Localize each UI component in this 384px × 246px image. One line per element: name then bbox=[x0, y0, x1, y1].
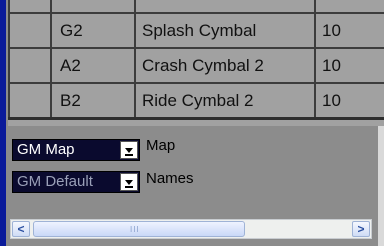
note-cell[interactable]: B2 bbox=[52, 84, 136, 117]
row-header-cell[interactable] bbox=[8, 14, 52, 47]
window-left-border bbox=[0, 0, 6, 246]
drum-map-editor: G2 Splash Cymbal 10 A2 Crash Cymbal 2 10… bbox=[0, 0, 384, 246]
table-row-partial bbox=[8, 0, 384, 14]
row-header-cell bbox=[8, 0, 52, 12]
names-select[interactable]: GM Default bbox=[12, 171, 140, 193]
map-select[interactable]: GM Map bbox=[12, 139, 140, 161]
name-cell[interactable]: Splash Cymbal bbox=[136, 14, 316, 47]
table-row[interactable]: G2 Splash Cymbal 10 bbox=[8, 14, 384, 49]
scroll-right-icon[interactable]: > bbox=[352, 221, 370, 237]
name-cell bbox=[136, 0, 316, 12]
horizontal-scrollbar[interactable]: < III > bbox=[10, 219, 372, 239]
grip-icon: III bbox=[130, 225, 140, 234]
row-header-cell[interactable] bbox=[8, 84, 52, 117]
map-select-value: GM Map bbox=[17, 141, 75, 158]
scroll-left-icon[interactable]: < bbox=[12, 221, 30, 237]
value-cell[interactable]: 10 bbox=[316, 14, 384, 47]
value-cell[interactable]: 10 bbox=[316, 49, 384, 82]
dropdown-arrow-icon[interactable] bbox=[120, 141, 138, 159]
dropdown-arrow-icon[interactable] bbox=[120, 173, 138, 191]
names-select-value: GM Default bbox=[17, 173, 93, 190]
table-row[interactable]: A2 Crash Cymbal 2 10 bbox=[8, 49, 384, 84]
table-row[interactable]: B2 Ride Cymbal 2 10 bbox=[8, 84, 384, 120]
names-label: Names bbox=[146, 170, 194, 187]
note-cell[interactable]: A2 bbox=[52, 49, 136, 82]
note-cell[interactable]: G2 bbox=[52, 14, 136, 47]
name-cell[interactable]: Ride Cymbal 2 bbox=[136, 84, 316, 117]
note-cell bbox=[52, 0, 136, 12]
value-cell[interactable]: 10 bbox=[316, 84, 384, 117]
value-cell bbox=[316, 0, 384, 12]
drum-map-table: G2 Splash Cymbal 10 A2 Crash Cymbal 2 10… bbox=[8, 0, 384, 126]
scrollbar-thumb[interactable]: III bbox=[33, 221, 245, 237]
name-cell[interactable]: Crash Cymbal 2 bbox=[136, 49, 316, 82]
row-header-cell[interactable] bbox=[8, 49, 52, 82]
map-label: Map bbox=[146, 137, 176, 154]
